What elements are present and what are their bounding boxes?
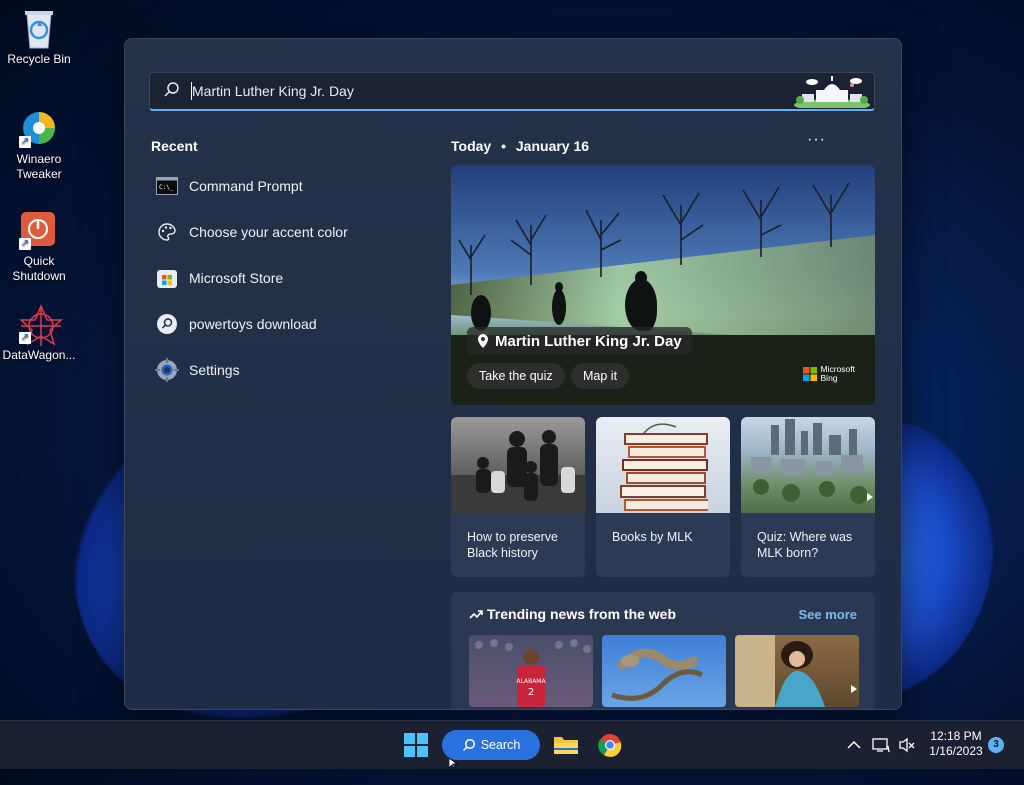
network-icon[interactable]	[870, 729, 892, 761]
volume-muted-icon[interactable]	[896, 729, 918, 761]
start-button[interactable]	[400, 729, 432, 761]
search-icon	[462, 738, 475, 752]
desktop-icon-datawagon[interactable]: ↗ DataWagon...	[0, 304, 78, 363]
svg-text:2: 2	[528, 687, 534, 698]
search-input[interactable]	[192, 73, 752, 109]
recycle-bin-icon	[19, 8, 59, 49]
desktop-icon-label: Recycle Bin	[7, 52, 71, 66]
brand-line: Bing	[820, 373, 838, 383]
trending-item-portrait[interactable]	[735, 635, 859, 707]
file-explorer-button[interactable]	[550, 729, 582, 761]
clock[interactable]: 12:18 PM 1/16/2023	[926, 729, 986, 759]
shortcut-arrow-icon: ↗	[19, 238, 31, 250]
recent-item-powertoys-download[interactable]: powertoys download	[155, 307, 415, 341]
folder-icon	[554, 737, 578, 754]
clock-time: 12:18 PM	[930, 729, 982, 743]
search-panel: Recent C:\_ Command Prompt Choose your a…	[124, 38, 902, 710]
search-icon	[155, 312, 179, 336]
see-more-link[interactable]: See more	[798, 607, 857, 622]
cmd-icon: C:\_	[155, 174, 179, 198]
recent-item-label: Microsoft Store	[189, 270, 284, 286]
taskbar-search-button[interactable]: Search	[442, 730, 540, 760]
trending-news-section: Trending news from the web See more ALAB…	[451, 592, 875, 709]
card-caption: Quiz: Where was MLK born?	[757, 530, 853, 560]
chrome-icon	[598, 734, 622, 757]
trending-title: Trending news from the web	[469, 606, 676, 622]
card-quiz-mlk-born[interactable]: Quiz: Where was MLK born?	[741, 417, 875, 577]
store-icon	[155, 266, 179, 290]
search-button-label: Search	[480, 738, 521, 752]
card-caption: Books by MLK	[612, 530, 693, 544]
recent-item-label: powertoys download	[189, 316, 317, 332]
mouse-cursor-icon	[449, 758, 459, 768]
winaero-tweaker-icon: ↗	[19, 108, 59, 148]
hero-card-mlk-day[interactable]: Martin Luther King Jr. Day Take the quiz…	[451, 165, 875, 405]
windows-logo-icon	[404, 733, 428, 757]
books-photo	[596, 417, 730, 513]
recent-item-accent-color[interactable]: Choose your accent color	[155, 215, 415, 249]
search-icon	[164, 82, 179, 97]
notification-badge[interactable]: 3	[988, 737, 1004, 753]
palette-icon	[155, 220, 179, 244]
trending-item-snake[interactable]	[602, 635, 726, 707]
datawagon-icon: ↗	[19, 304, 63, 346]
recent-item-label: Choose your accent color	[189, 224, 348, 240]
trending-item-basketball[interactable]: ALABAMA 2	[469, 635, 593, 707]
city-skyline-photo	[741, 417, 875, 513]
trending-title-text: Trending news from the web	[487, 606, 677, 622]
today-header: Today • January 16	[451, 138, 589, 154]
shortcut-arrow-icon: ↗	[19, 332, 31, 344]
family-photo	[451, 417, 585, 513]
hero-title-pill[interactable]: Martin Luther King Jr. Day	[467, 327, 692, 355]
recent-item-command-prompt[interactable]: C:\_ Command Prompt	[155, 169, 415, 203]
hero-title: Martin Luther King Jr. Day	[495, 332, 682, 350]
take-quiz-button[interactable]: Take the quiz	[467, 363, 565, 389]
show-hidden-icons-chevron-icon[interactable]	[844, 729, 864, 761]
trending-up-icon	[469, 610, 483, 619]
desktop-icon-winaero-tweaker[interactable]: ↗ Winaero Tweaker	[0, 108, 78, 182]
gear-icon	[155, 358, 179, 382]
desktop-icon-recycle-bin[interactable]: Recycle Bin	[0, 8, 78, 67]
capitol-illustration-icon	[794, 76, 870, 108]
today-label: Today	[451, 138, 492, 154]
svg-text:C:\_: C:\_	[159, 184, 174, 191]
desktop-icon-quick-shutdown[interactable]: ↗ Quick Shutdown	[0, 210, 78, 284]
today-date: January 16	[515, 138, 590, 154]
location-pin-icon	[478, 334, 488, 348]
card-preserve-black-history[interactable]: How to preserve Black history	[451, 417, 585, 577]
recent-item-label: Settings	[189, 362, 240, 378]
more-icon[interactable]: ···	[807, 132, 825, 151]
desktop-icon-label: Quick Shutdown	[12, 254, 66, 283]
search-box[interactable]	[149, 72, 875, 111]
recent-item-label: Command Prompt	[189, 178, 303, 194]
separator-dot: •	[501, 138, 506, 154]
taskbar: Search 12:18 PM 1/16/2023 3	[0, 720, 1024, 769]
recent-item-settings[interactable]: Settings	[155, 353, 415, 387]
desktop-icon-label: Winaero Tweaker	[16, 152, 62, 181]
power-icon: ↗	[19, 210, 59, 250]
microsoft-logo-icon	[802, 367, 817, 381]
card-caption: How to preserve Black history	[467, 530, 559, 560]
recent-item-microsoft-store[interactable]: Microsoft Store	[155, 261, 415, 295]
recent-title: Recent	[151, 138, 198, 154]
clock-date: 1/16/2023	[929, 744, 983, 758]
shortcut-arrow-icon: ↗	[19, 136, 31, 148]
card-books-by-mlk[interactable]: Books by MLK	[596, 417, 730, 577]
chrome-button[interactable]	[594, 729, 626, 761]
microsoft-bing-logo: Microsoft Bing	[802, 365, 855, 383]
desktop-icon-label: DataWagon...	[2, 348, 76, 362]
map-it-button[interactable]: Map it	[571, 363, 630, 389]
svg-text:ALABAMA: ALABAMA	[516, 678, 546, 685]
